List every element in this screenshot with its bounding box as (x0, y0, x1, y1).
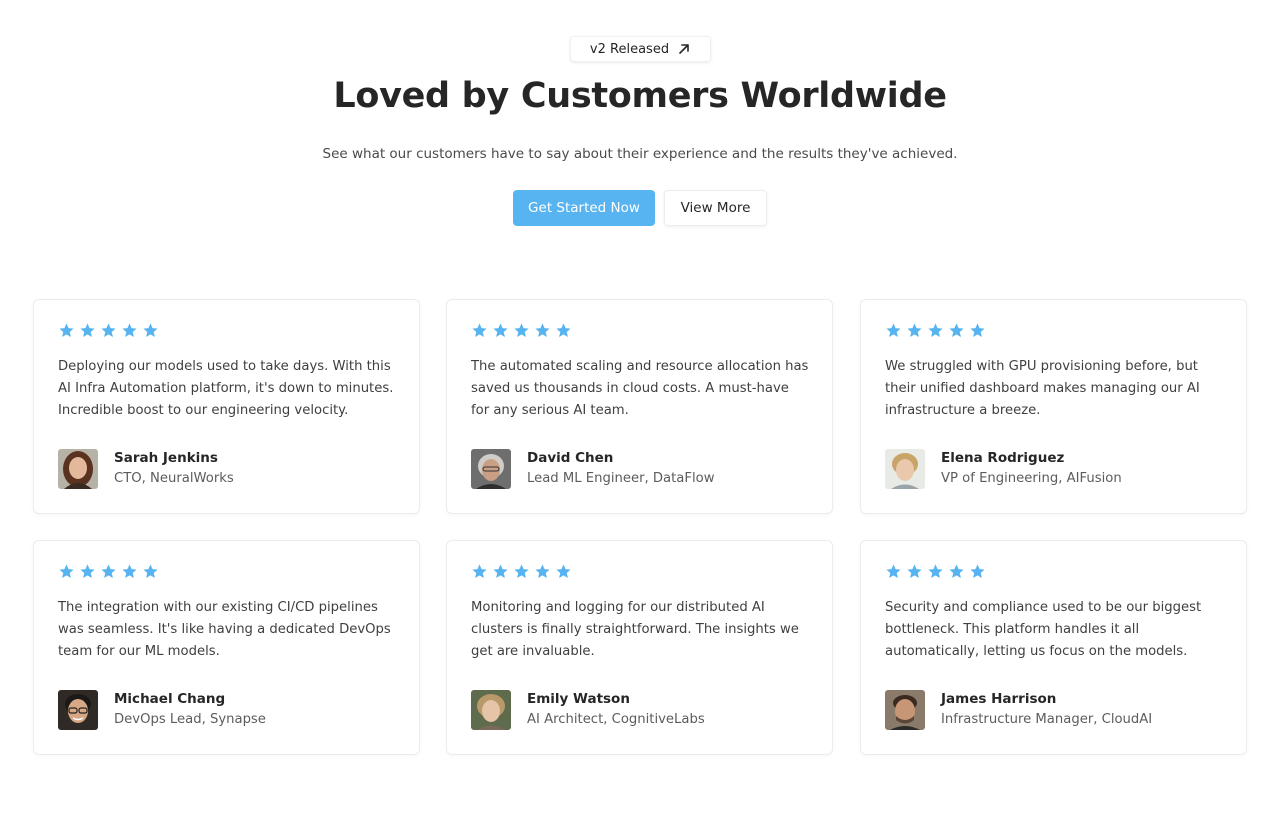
star-icon (885, 563, 902, 580)
star-icon (927, 322, 944, 339)
star-icon (555, 563, 572, 580)
star-icon (885, 322, 902, 339)
avatar (58, 690, 98, 730)
page-title: Loved by Customers Worldwide (333, 76, 947, 116)
author-name: Emily Watson (527, 691, 630, 707)
star-icon (927, 563, 944, 580)
author-name: David Chen (527, 450, 614, 466)
testimonial-card: The automated scaling and resource alloc… (446, 299, 833, 514)
star-icon (100, 322, 117, 339)
testimonial-author: Sarah Jenkins CTO, NeuralWorks (58, 448, 234, 490)
star-icon (969, 563, 986, 580)
testimonial-card: Deploying our models used to take days. … (33, 299, 420, 514)
star-icon (969, 322, 986, 339)
testimonial-quote: The automated scaling and resource alloc… (471, 359, 809, 418)
star-rating (58, 322, 159, 339)
author-role: DevOps Lead, Synapse (114, 712, 266, 727)
author-name: Michael Chang (114, 691, 226, 707)
testimonial-author: Michael Chang DevOps Lead, Synapse (58, 689, 266, 731)
star-icon (58, 563, 75, 580)
testimonial-quote: Monitoring and logging for our distribut… (471, 600, 799, 659)
star-icon (906, 322, 923, 339)
get-started-button[interactable]: Get Started Now (513, 190, 655, 226)
star-icon (471, 563, 488, 580)
star-icon (142, 322, 159, 339)
author-role: Infrastructure Manager, CloudAI (941, 712, 1153, 727)
star-icon (948, 322, 965, 339)
star-icon (948, 563, 965, 580)
star-icon (79, 563, 96, 580)
release-badge-label: v2 Released (589, 41, 670, 57)
release-badge[interactable]: v2 Released (570, 36, 711, 62)
hero-section: v2 Released Loved by Customers Worldwide… (0, 0, 1280, 270)
star-icon (121, 563, 138, 580)
arrow-up-right-icon (677, 42, 691, 56)
avatar (471, 449, 511, 489)
star-icon (513, 563, 530, 580)
author-role: VP of Engineering, AIFusion (941, 471, 1122, 486)
testimonial-quote: The integration with our existing CI/CD … (58, 600, 391, 659)
view-more-button[interactable]: View More (664, 190, 767, 226)
testimonial-author: David Chen Lead ML Engineer, DataFlow (471, 448, 715, 490)
star-rating (58, 563, 159, 580)
star-rating (885, 322, 986, 339)
testimonial-card: Monitoring and logging for our distribut… (446, 540, 833, 755)
avatar (885, 449, 925, 489)
star-icon (58, 322, 75, 339)
avatar (885, 690, 925, 730)
author-role: Lead ML Engineer, DataFlow (527, 471, 715, 486)
star-rating (471, 563, 572, 580)
testimonial-quote: We struggled with GPU provisioning befor… (885, 359, 1200, 418)
avatar (471, 690, 511, 730)
avatar (58, 449, 98, 489)
star-rating (471, 322, 572, 339)
author-role: CTO, NeuralWorks (114, 471, 234, 486)
star-icon (492, 563, 509, 580)
author-name: Sarah Jenkins (114, 450, 218, 466)
testimonial-author: Elena Rodriguez VP of Engineering, AIFus… (885, 448, 1122, 490)
testimonial-author: James Harrison Infrastructure Manager, C… (885, 689, 1152, 731)
star-icon (100, 563, 117, 580)
testimonial-card: The integration with our existing CI/CD … (33, 540, 420, 755)
testimonial-author: Emily Watson AI Architect, CognitiveLabs (471, 689, 705, 731)
star-rating (885, 563, 986, 580)
star-icon (513, 322, 530, 339)
testimonial-card: We struggled with GPU provisioning befor… (860, 299, 1247, 514)
star-icon (79, 322, 96, 339)
testimonial-card: Security and compliance used to be our b… (860, 540, 1247, 755)
star-icon (121, 322, 138, 339)
star-icon (534, 563, 551, 580)
star-icon (534, 322, 551, 339)
star-icon (906, 563, 923, 580)
star-icon (555, 322, 572, 339)
author-name: James Harrison (941, 691, 1057, 707)
star-icon (492, 322, 509, 339)
star-icon (142, 563, 159, 580)
page-subtitle: See what our customers have to say about… (322, 146, 958, 162)
testimonial-quote: Deploying our models used to take days. … (58, 359, 394, 418)
star-icon (471, 322, 488, 339)
author-role: AI Architect, CognitiveLabs (527, 712, 705, 727)
author-name: Elena Rodriguez (941, 450, 1065, 466)
testimonial-quote: Security and compliance used to be our b… (885, 600, 1202, 659)
